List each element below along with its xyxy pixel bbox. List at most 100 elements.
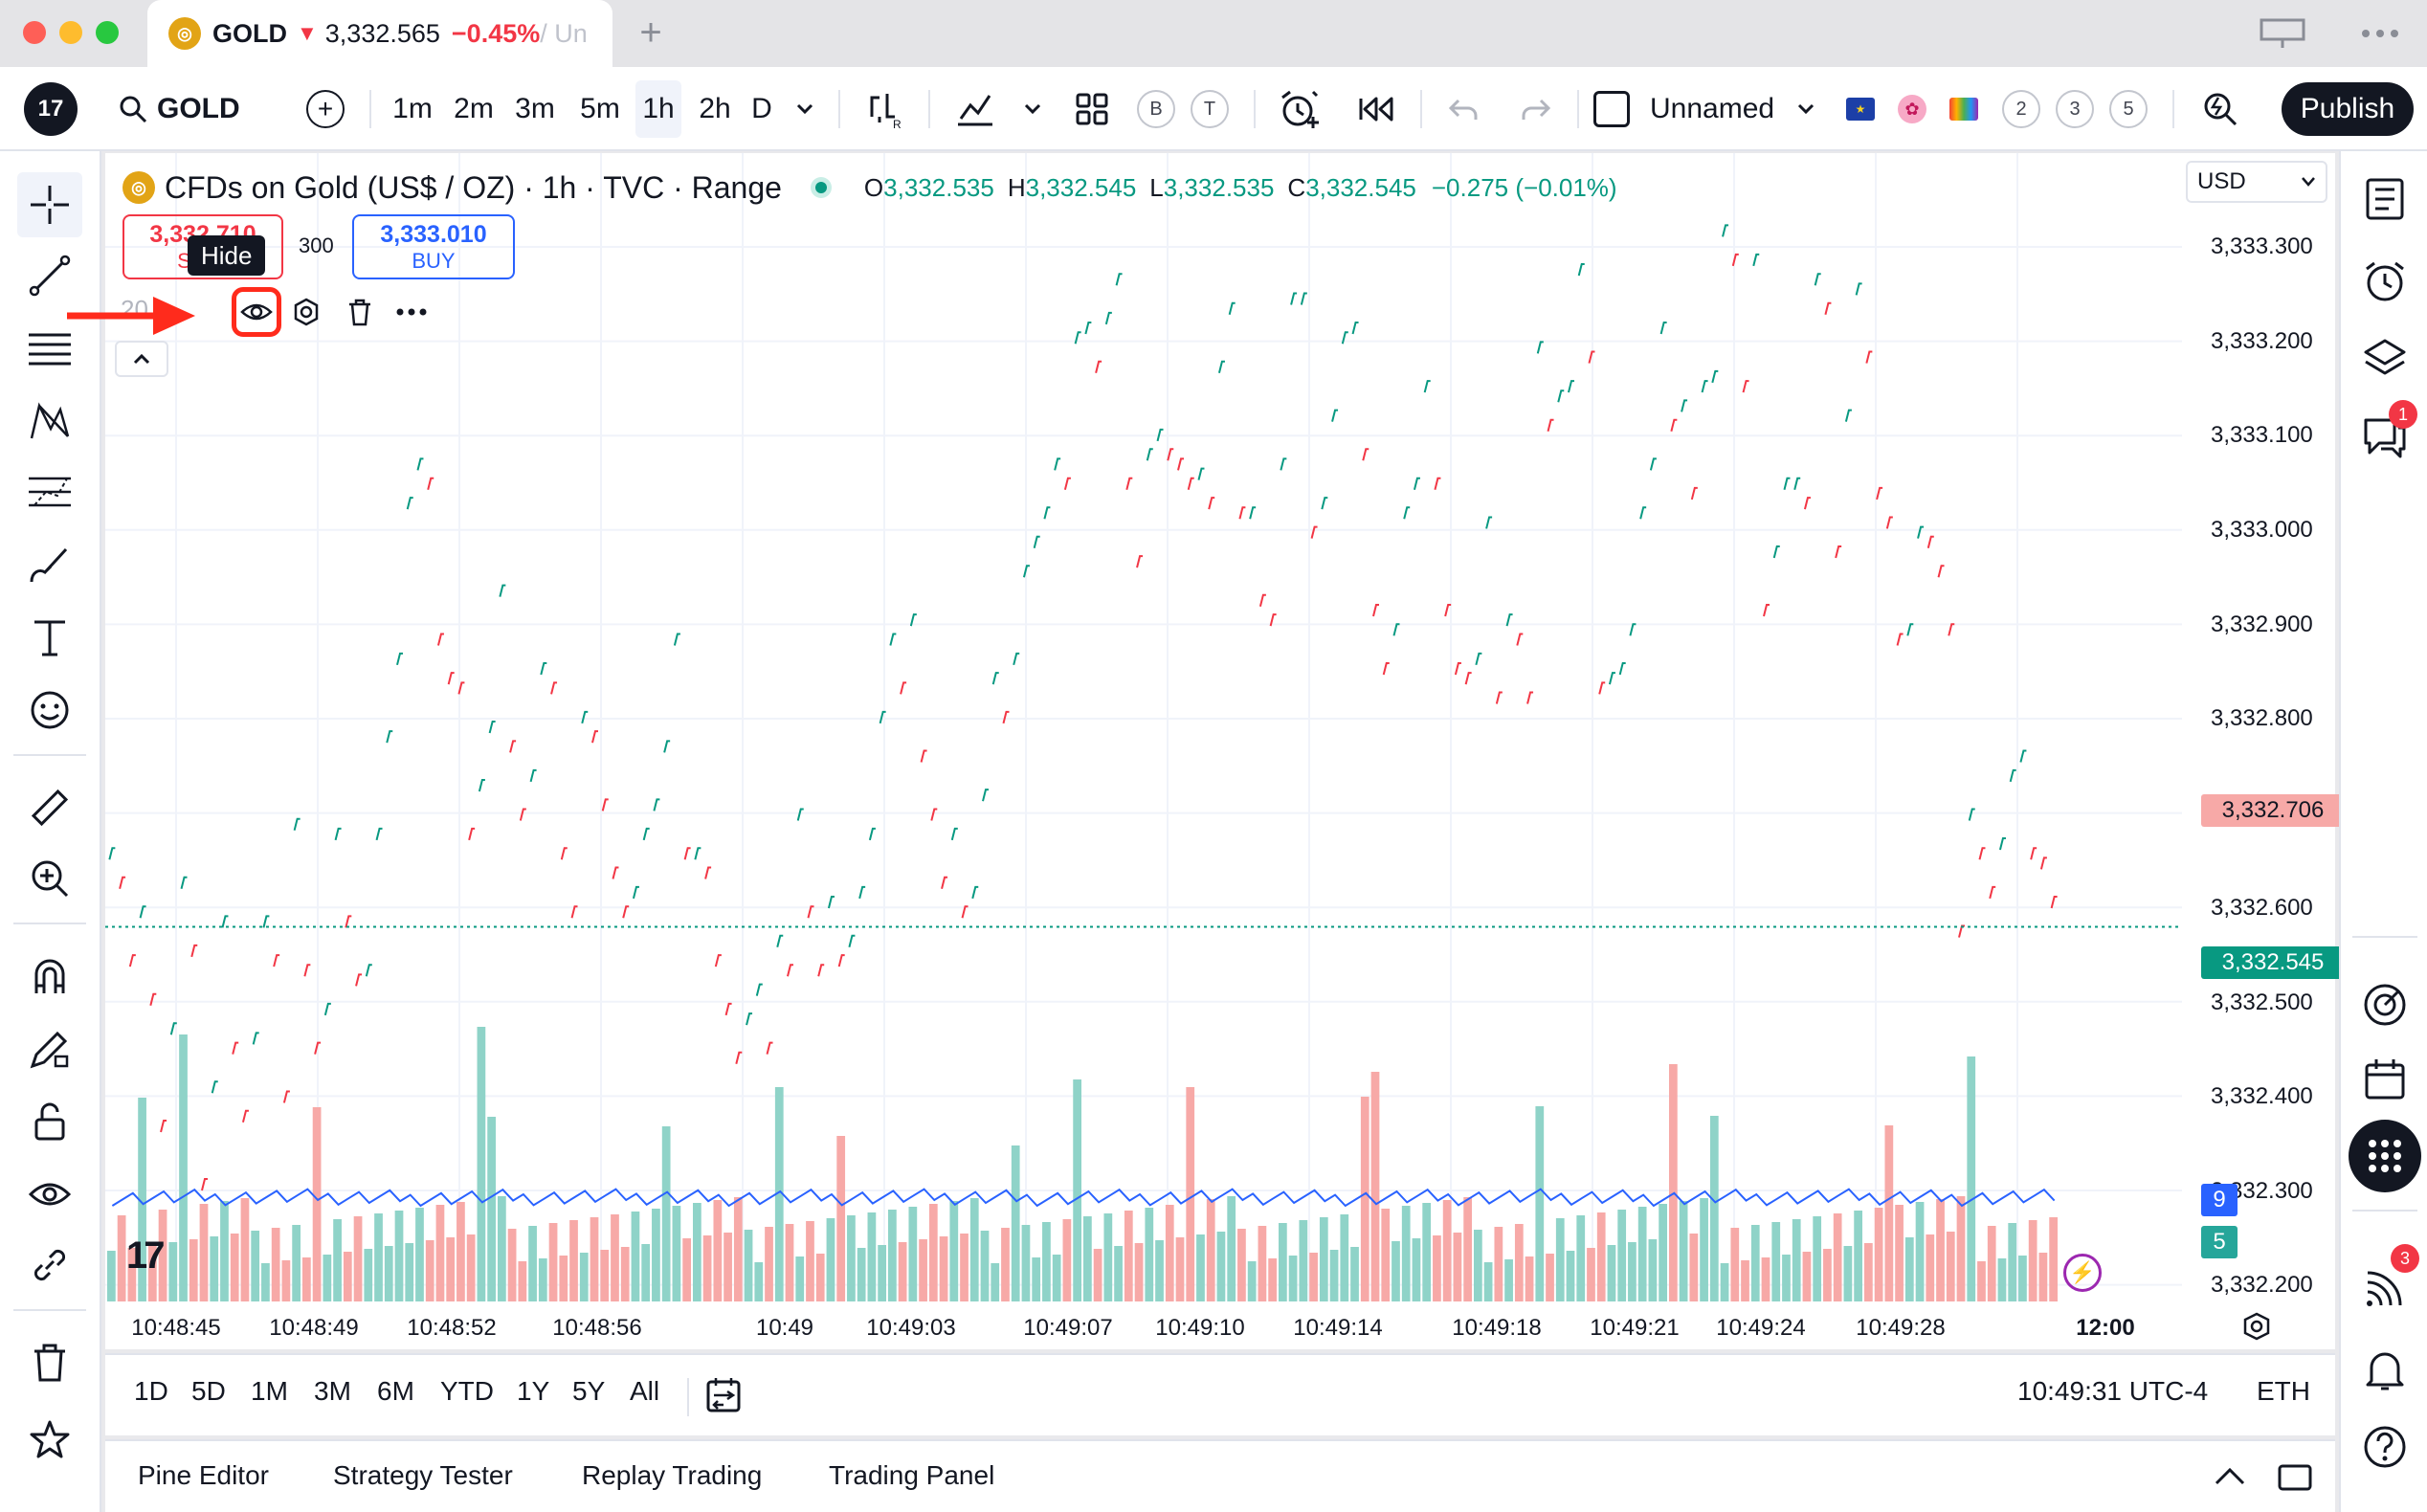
- scale-settings-button[interactable]: [2241, 1311, 2272, 1342]
- interval-5m[interactable]: 5m: [570, 67, 630, 151]
- flag-eu-button[interactable]: ★: [1839, 67, 1881, 151]
- clock-display[interactable]: 10:49:31 UTC-4: [2017, 1376, 2208, 1407]
- chat-button[interactable]: 1: [2354, 400, 2417, 467]
- watchlist-button[interactable]: [2354, 168, 2416, 230]
- create-alert-button[interactable]: [1273, 67, 1326, 151]
- hide-indicator-button[interactable]: [232, 287, 281, 337]
- tab-strategy-tester[interactable]: Strategy Tester: [333, 1460, 513, 1491]
- link-tool[interactable]: [17, 1233, 82, 1298]
- indicators-button[interactable]: [949, 67, 1001, 151]
- flower-button[interactable]: ✿: [1891, 67, 1933, 151]
- close-window-button[interactable]: [23, 21, 46, 44]
- emoji-tool[interactable]: [17, 678, 82, 743]
- alerts-button[interactable]: [2354, 251, 2416, 312]
- range-6m[interactable]: 6M: [377, 1376, 414, 1407]
- help-button[interactable]: [2354, 1416, 2416, 1478]
- zoom-tool[interactable]: [17, 846, 82, 911]
- favorites-tool[interactable]: [17, 1407, 82, 1472]
- market-status-icon[interactable]: [810, 177, 832, 198]
- symbol-search[interactable]: GOLD: [119, 67, 272, 151]
- buy-button[interactable]: 3,333.010 BUY: [352, 214, 515, 279]
- tab-pine-editor[interactable]: Pine Editor: [138, 1460, 269, 1491]
- range-1d[interactable]: 1D: [134, 1376, 168, 1407]
- visibility-tool[interactable]: [17, 1162, 82, 1227]
- crosshair-tool[interactable]: [17, 172, 82, 237]
- range-3m[interactable]: 3M: [314, 1376, 351, 1407]
- badge-2-button[interactable]: 2: [2000, 67, 2042, 151]
- range-all[interactable]: All: [630, 1376, 659, 1407]
- chart-type-button[interactable]: R: [859, 67, 911, 151]
- tab-trading-panel[interactable]: Trading Panel: [829, 1460, 994, 1491]
- indicator-more-button[interactable]: [389, 289, 434, 335]
- lock-drawing-pencil-tool[interactable]: [17, 1016, 82, 1081]
- calendar-button[interactable]: [2354, 1049, 2416, 1110]
- collapse-legend-button[interactable]: [115, 341, 168, 377]
- text-tool[interactable]: [17, 605, 82, 670]
- maximize-window-button[interactable]: [96, 21, 119, 44]
- layout-button[interactable]: [1591, 67, 1633, 151]
- products-button[interactable]: [2349, 1120, 2421, 1192]
- range-5d[interactable]: 5D: [191, 1376, 226, 1407]
- interval-2m[interactable]: 2m: [448, 67, 500, 151]
- range-bar-down: [550, 681, 558, 695]
- range-1m[interactable]: 1M: [251, 1376, 288, 1407]
- lightning-icon[interactable]: ⚡: [2063, 1254, 2102, 1292]
- range-5y[interactable]: 5Y: [572, 1376, 605, 1407]
- new-tab-button[interactable]: +: [628, 10, 674, 56]
- redo-button[interactable]: [1514, 67, 1558, 151]
- collapse-panel-button[interactable]: [2211, 1458, 2249, 1497]
- session-toggle[interactable]: ETH: [2257, 1376, 2310, 1407]
- pattern-tool[interactable]: [17, 389, 82, 454]
- go-to-date-button[interactable]: [704, 1376, 748, 1416]
- notifications-button[interactable]: [2354, 1340, 2416, 1401]
- rainbow-button[interactable]: [1943, 67, 1985, 151]
- interval-3m[interactable]: 3m: [509, 67, 561, 151]
- interval-dropdown[interactable]: [789, 67, 821, 151]
- legend-title[interactable]: CFDs on Gold (US$ / OZ) · 1h · TVC · Ran…: [165, 170, 782, 206]
- badge-b-button[interactable]: B: [1135, 67, 1177, 151]
- quick-search-button[interactable]: [2195, 67, 2245, 151]
- brush-tool[interactable]: [17, 532, 82, 597]
- lock-tool[interactable]: [17, 1089, 82, 1154]
- volume-bar: [1967, 1056, 1976, 1301]
- layout-name[interactable]: Unnamed: [1650, 67, 1784, 151]
- delete-drawings-tool[interactable]: [17, 1330, 82, 1395]
- range-1y[interactable]: 1Y: [517, 1376, 549, 1407]
- interval-1h-active[interactable]: 1h: [635, 80, 681, 138]
- price-scale[interactable]: USD 3,333.300 3,333.200 3,333.100 3,333.…: [2182, 153, 2345, 1349]
- layout-dropdown[interactable]: [1790, 67, 1822, 151]
- interval-1m[interactable]: 1m: [387, 67, 438, 151]
- indicator-settings-button[interactable]: [283, 289, 329, 335]
- compare-symbol-button[interactable]: +: [304, 67, 346, 151]
- interval-d[interactable]: D: [746, 67, 777, 151]
- browser-tab-gold[interactable]: ◎ GOLD ▼ 3,332.565 −0.45% / Un: [147, 0, 612, 67]
- ruler-tool[interactable]: [17, 775, 82, 840]
- technicals-button[interactable]: [2354, 974, 2416, 1035]
- templates-button[interactable]: [1068, 67, 1116, 151]
- undo-button[interactable]: [1441, 67, 1485, 151]
- tradingview-logo[interactable]: 17: [21, 67, 80, 151]
- minimize-window-button[interactable]: [59, 21, 82, 44]
- time-label: 10:48:45: [131, 1315, 221, 1341]
- streams-button[interactable]: 3: [2354, 1244, 2419, 1319]
- indicators-dropdown[interactable]: [1016, 67, 1049, 151]
- range-ytd[interactable]: YTD: [440, 1376, 494, 1407]
- object-tree-button[interactable]: [2354, 327, 2416, 389]
- screen-icon[interactable]: [2259, 17, 2306, 50]
- volume-bar: [1309, 1253, 1318, 1301]
- interval-2h[interactable]: 2h: [691, 67, 739, 151]
- currency-select[interactable]: USD: [2186, 161, 2327, 203]
- badge-3-button[interactable]: 3: [2054, 67, 2096, 151]
- more-icon[interactable]: [2356, 19, 2404, 48]
- maximize-panel-button[interactable]: [2276, 1458, 2314, 1497]
- forecast-tool[interactable]: [17, 459, 82, 524]
- publish-button[interactable]: Publish: [2282, 82, 2414, 136]
- magnet-tool[interactable]: [17, 944, 82, 1009]
- badge-t-button[interactable]: T: [1189, 67, 1231, 151]
- badge-5-button[interactable]: 5: [2107, 67, 2149, 151]
- chart-pane[interactable]: ◎ CFDs on Gold (US$ / OZ) · 1h · TVC · R…: [67, 153, 2345, 1349]
- time-scale[interactable]: 10:48:45 10:48:49 10:48:52 10:48:56 10:4…: [105, 1301, 2182, 1349]
- tab-replay-trading[interactable]: Replay Trading: [582, 1460, 762, 1491]
- remove-indicator-button[interactable]: [337, 289, 383, 335]
- replay-button[interactable]: [1349, 67, 1403, 151]
